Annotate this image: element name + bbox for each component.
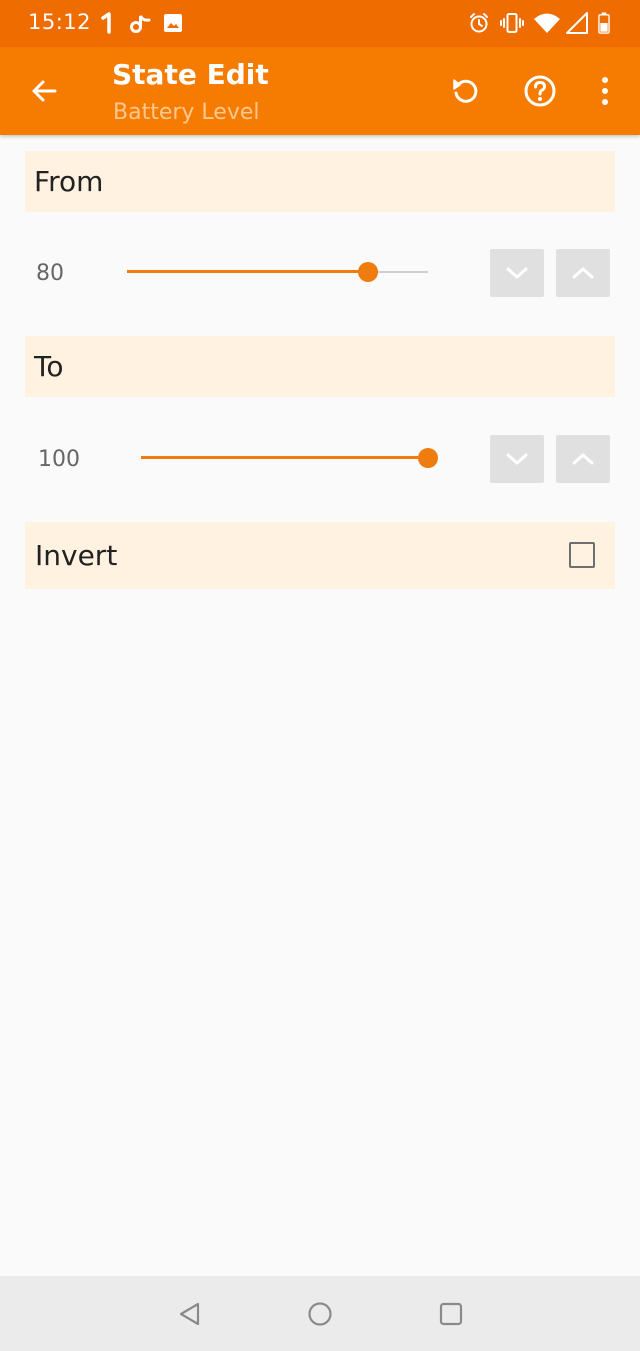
battery-icon	[598, 12, 610, 34]
home-circle-icon	[308, 1302, 332, 1326]
to-decrement-button[interactable]	[490, 435, 544, 483]
page-title: State Edit	[112, 58, 269, 91]
app-bar: State Edit Battery Level	[0, 47, 640, 135]
from-value: 80	[36, 261, 64, 286]
from-increment-button[interactable]	[556, 249, 610, 297]
status-time: 15:12	[28, 10, 92, 34]
signal-icon	[566, 12, 588, 34]
recents-square-icon	[439, 1302, 463, 1326]
back-button[interactable]	[22, 69, 66, 113]
nav-recents-button[interactable]	[429, 1292, 473, 1336]
page-subtitle: Battery Level	[113, 100, 260, 125]
navigation-bar	[0, 1276, 640, 1351]
status-bar: 15:12	[0, 0, 640, 47]
from-slider[interactable]	[127, 260, 428, 284]
more-vert-icon	[602, 77, 608, 105]
invert-row[interactable]: Invert	[25, 522, 615, 589]
chevron-down-icon	[506, 453, 528, 465]
back-triangle-icon	[179, 1302, 200, 1326]
undo-icon	[453, 79, 478, 103]
from-slider-fill	[127, 270, 368, 273]
arrow-left-icon	[32, 80, 57, 102]
notification-1-icon	[101, 12, 111, 34]
vibrate-icon	[500, 13, 524, 33]
nav-back-button[interactable]	[168, 1292, 212, 1336]
to-slider-fill	[141, 456, 428, 459]
chevron-down-icon	[506, 267, 528, 279]
to-label: To	[34, 350, 64, 383]
nav-home-button[interactable]	[298, 1292, 342, 1336]
from-header: From	[25, 151, 615, 212]
to-increment-button[interactable]	[556, 435, 610, 483]
undo-button[interactable]	[442, 68, 488, 114]
invert-checkbox[interactable]	[569, 542, 595, 568]
wifi-icon	[534, 13, 560, 33]
to-slider[interactable]	[141, 446, 438, 470]
tiktok-icon	[130, 15, 151, 33]
chevron-up-icon	[572, 267, 594, 279]
more-options-button[interactable]	[582, 68, 628, 114]
to-slider-thumb[interactable]	[418, 448, 438, 468]
from-slider-thumb[interactable]	[358, 262, 378, 282]
to-header: To	[25, 336, 615, 397]
from-label: From	[34, 165, 104, 198]
help-icon	[524, 75, 556, 107]
alarm-icon	[470, 13, 488, 33]
invert-label: Invert	[35, 539, 118, 572]
from-decrement-button[interactable]	[490, 249, 544, 297]
help-button[interactable]	[517, 68, 563, 114]
image-icon	[164, 14, 182, 32]
to-value: 100	[38, 447, 80, 472]
chevron-up-icon	[572, 453, 594, 465]
